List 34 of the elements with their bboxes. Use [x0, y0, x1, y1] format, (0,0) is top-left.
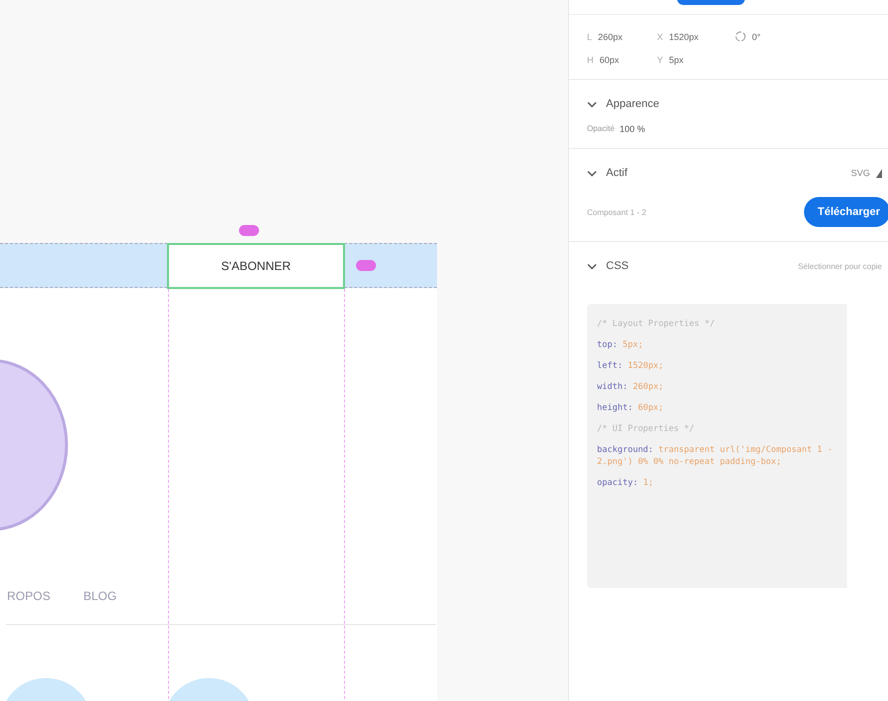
chevron-icon[interactable]	[587, 262, 597, 270]
section-title: CSS	[606, 260, 629, 272]
css-declaration: background: transparent url('img/Composant 1 - 2.png') 0% 0% no-repeat padding-box;	[597, 444, 834, 468]
section-title: Apparence	[606, 98, 660, 110]
subscribe-button[interactable]: S'ABONNER	[167, 243, 345, 289]
rotation-icon	[735, 31, 746, 42]
dimension-value[interactable]: 5px	[669, 55, 684, 65]
code-comment: /* UI Properties */	[597, 423, 696, 435]
opacity-label: Opacité	[587, 124, 615, 134]
spacing-badge	[356, 260, 376, 271]
dimension-value[interactable]: 0°	[752, 32, 761, 42]
css-declaration: opacity: 1;	[597, 477, 654, 489]
dimension-value[interactable]: 1520px	[669, 32, 699, 42]
css-declaration: height: 60px;	[597, 402, 665, 414]
code-comment: /* Layout Properties */	[597, 318, 716, 330]
dimension-label: L	[587, 32, 592, 42]
dimension-label: Y	[657, 55, 664, 65]
spacing-badge	[239, 225, 259, 236]
chevron-icon[interactable]	[587, 100, 597, 108]
copy-hint: Sélectionner pour copie	[798, 262, 882, 270]
download-button[interactable]: Télécharger	[804, 197, 888, 227]
dimension-label: X	[657, 32, 664, 42]
css-declaration: left: 1520px;	[597, 360, 665, 372]
export-icon	[876, 168, 882, 178]
asset-name: Composant 1 - 2	[587, 208, 646, 216]
css-declaration: top: 5px;	[597, 339, 644, 351]
opacity-value[interactable]: 100 %	[620, 124, 646, 134]
section-title: Actif	[606, 167, 628, 179]
css-declaration: width: 260px;	[597, 381, 665, 393]
dimension-label: H	[587, 55, 594, 65]
dimension-value[interactable]: 260px	[598, 32, 623, 42]
format-label[interactable]: SVG	[850, 168, 870, 178]
dimension-value[interactable]: 60px	[600, 55, 620, 65]
chevron-icon[interactable]	[587, 170, 597, 176]
